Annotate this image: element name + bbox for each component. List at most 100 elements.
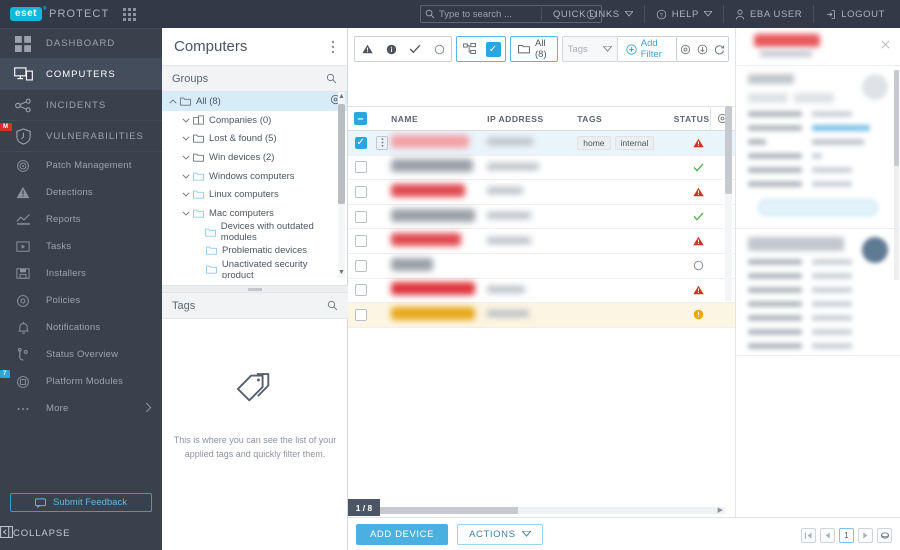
group-filter-button[interactable]: All (8) xyxy=(510,36,558,62)
sidebar-item-patch-management[interactable]: Patch Management xyxy=(0,152,162,179)
chevron-up-icon[interactable] xyxy=(166,97,180,106)
refresh-icon[interactable] xyxy=(711,37,728,61)
sidebar-item-vulnerabilities[interactable]: M VULNERABILITIES xyxy=(0,121,162,152)
column-header-name[interactable]: NAME xyxy=(391,114,487,124)
table-vertical-scrollbar[interactable] xyxy=(725,106,732,301)
group-tree-item[interactable]: Unactivated security product xyxy=(162,259,347,278)
row-checkbox[interactable] xyxy=(348,210,373,223)
row-checkbox[interactable] xyxy=(348,185,373,198)
page-next-icon[interactable] xyxy=(858,528,873,543)
row-checkbox[interactable] xyxy=(348,235,373,248)
sidebar-item-tasks[interactable]: Tasks xyxy=(0,233,162,260)
detail-panel-scrollbar[interactable] xyxy=(894,70,899,280)
search-icon[interactable] xyxy=(327,300,338,311)
kebab-menu-icon[interactable] xyxy=(331,40,335,54)
scroll-thumb[interactable] xyxy=(894,70,899,166)
submit-feedback-button[interactable]: Submit Feedback xyxy=(10,493,152,512)
column-header-status[interactable]: STATUS xyxy=(672,114,709,124)
table-row[interactable] xyxy=(348,180,735,205)
tag-pill[interactable]: internal xyxy=(614,135,655,150)
quick-links-menu[interactable]: QUICK LINKS xyxy=(542,0,644,28)
group-tree-item[interactable]: All (8) xyxy=(162,92,347,111)
row-checkbox[interactable]: ✓ xyxy=(348,136,373,149)
scroll-thumb[interactable] xyxy=(380,507,518,514)
sidebar-item-incidents[interactable]: INCIDENTS xyxy=(0,90,162,121)
subgroups-checkbox[interactable]: ✓ xyxy=(481,37,505,61)
table-row[interactable] xyxy=(348,156,735,181)
groups-scrollbar[interactable]: ▲ ▼ xyxy=(338,92,345,278)
table-row[interactable] xyxy=(348,229,735,254)
table-horizontal-scrollbar[interactable]: ▶ xyxy=(380,507,725,514)
sidebar-item-more[interactable]: More xyxy=(0,395,162,422)
add-filter-button[interactable]: Add Filter xyxy=(617,36,676,62)
table-row[interactable] xyxy=(348,205,735,230)
collapse-sidebar-button[interactable]: COLLAPSE xyxy=(0,520,162,546)
info-circle-icon[interactable] xyxy=(379,37,403,61)
sidebar-item-installers[interactable]: Installers xyxy=(0,260,162,287)
table-row[interactable]: ✓ home internal xyxy=(348,131,735,156)
tags-filter-select[interactable]: Tags xyxy=(561,36,618,62)
group-tree-item[interactable]: Companies (0) xyxy=(162,111,347,130)
page-current[interactable]: 1 xyxy=(839,528,854,543)
sidebar-item-dashboard[interactable]: DASHBOARD xyxy=(0,28,162,59)
add-device-button[interactable]: ADD DEVICE xyxy=(356,523,449,545)
sidebar-item-reports[interactable]: Reports xyxy=(0,206,162,233)
scroll-up-icon[interactable]: ▲ xyxy=(338,92,345,102)
page-first-icon[interactable] xyxy=(801,528,816,543)
group-tree-item[interactable]: Windows computers xyxy=(162,167,347,186)
export-icon[interactable] xyxy=(694,37,711,61)
kebab-menu-icon[interactable] xyxy=(376,135,389,150)
sidebar-item-status-overview[interactable]: Status Overview xyxy=(0,341,162,368)
chevron-down-icon[interactable] xyxy=(179,134,193,143)
scroll-thumb[interactable] xyxy=(338,104,345,204)
warning-triangle-icon[interactable] xyxy=(355,37,379,61)
column-header-tags[interactable]: TAGS xyxy=(577,114,672,124)
scroll-right-icon[interactable]: ▶ xyxy=(718,506,723,514)
device-action-icons-redacted[interactable] xyxy=(760,50,812,57)
user-menu[interactable]: EBA USER xyxy=(724,0,813,28)
chevron-down-icon[interactable] xyxy=(179,153,193,162)
page-last-icon[interactable] xyxy=(877,528,892,543)
tag-pill[interactable]: home xyxy=(577,135,611,150)
table-row[interactable] xyxy=(348,303,735,328)
scroll-thumb[interactable] xyxy=(725,106,732,194)
search-icon[interactable] xyxy=(326,73,337,84)
column-header-ip[interactable]: IP ADDRESS xyxy=(487,114,577,124)
sidebar-item-computers[interactable]: COMPUTERS xyxy=(0,59,162,90)
close-icon[interactable] xyxy=(881,40,890,52)
sidebar-item-platform-modules[interactable]: 7 Platform Modules xyxy=(0,368,162,395)
brand-area[interactable]: eset ® PROTECT xyxy=(0,6,152,21)
row-checkbox[interactable] xyxy=(348,259,373,272)
circle-icon[interactable] xyxy=(427,37,451,61)
chevron-down-icon[interactable] xyxy=(179,190,193,199)
primary-action-button-redacted[interactable] xyxy=(758,199,878,216)
sidebar-item-notifications[interactable]: Notifications xyxy=(0,314,162,341)
chevron-down-icon[interactable] xyxy=(179,116,193,125)
panel-resize-grip[interactable] xyxy=(162,285,348,293)
check-icon[interactable] xyxy=(403,37,427,61)
chevron-down-icon[interactable] xyxy=(179,209,193,218)
chevron-down-icon[interactable] xyxy=(179,172,193,181)
actions-button[interactable]: ACTIONS xyxy=(457,523,543,545)
group-tree-item[interactable]: Lost & found (5) xyxy=(162,129,347,148)
sidebar-item-detections[interactable]: Detections xyxy=(0,179,162,206)
row-checkbox[interactable] xyxy=(348,308,373,321)
group-tree-item[interactable]: Linux computers xyxy=(162,185,347,204)
logout-button[interactable]: LOGOUT xyxy=(814,0,896,28)
help-menu[interactable]: ? HELP xyxy=(645,0,723,28)
row-context-menu[interactable] xyxy=(373,135,391,150)
row-checkbox[interactable] xyxy=(348,284,373,297)
apps-grid-icon[interactable] xyxy=(123,7,137,21)
page-prev-icon[interactable] xyxy=(820,528,835,543)
table-row[interactable] xyxy=(348,254,735,279)
select-all-checkbox[interactable]: – xyxy=(348,112,373,125)
group-tree-item[interactable]: Problematic devices xyxy=(162,242,347,261)
subgroups-icon[interactable] xyxy=(457,37,481,61)
group-tree-item[interactable]: Win devices (2) xyxy=(162,148,347,167)
sidebar-item-policies[interactable]: Policies xyxy=(0,287,162,314)
group-tree-item[interactable]: Devices with outdated modules xyxy=(162,221,347,243)
table-row[interactable] xyxy=(348,279,735,304)
gear-icon[interactable] xyxy=(677,37,694,61)
scroll-down-icon[interactable]: ▼ xyxy=(338,268,345,278)
row-checkbox[interactable] xyxy=(348,161,373,174)
